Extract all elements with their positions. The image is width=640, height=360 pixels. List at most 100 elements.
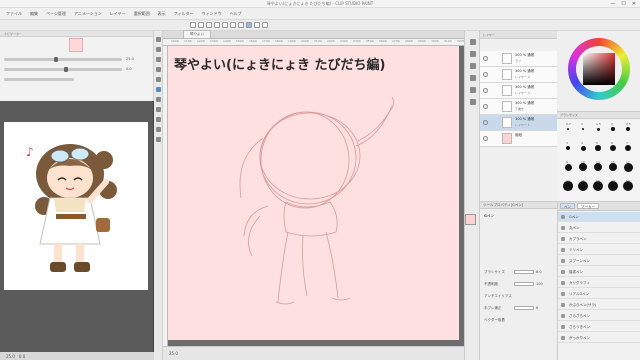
save-button[interactable] [206,22,212,28]
layer-row[interactable]: 100 % 通常 下書き [480,99,557,115]
brush-size-dot[interactable] [611,127,615,131]
eyedropper-tool-icon[interactable] [156,77,161,82]
transform-button[interactable] [238,22,244,28]
close-button[interactable]: ✕ [632,1,636,7]
main-color-swatch[interactable] [465,214,476,225]
layer-new-icon[interactable] [470,39,476,45]
layer-clip-icon[interactable] [470,87,476,93]
layer-name: ラフ [515,59,522,63]
sub-tool-item[interactable]: スプーンペン [558,256,640,266]
layer-mask-icon[interactable] [470,75,476,81]
stabilization-slider[interactable] [514,306,534,310]
pen-icon [561,303,565,307]
minimize-button[interactable]: — [610,1,615,7]
brush-size-dot[interactable] [595,145,601,151]
undo-button[interactable] [214,22,220,28]
brush-size-label: 0.7 [566,122,571,126]
menu-selection[interactable]: 選択範囲 [132,11,152,17]
eye-icon[interactable] [483,56,488,61]
brush-size-dot[interactable] [610,145,616,151]
sub-tool-label: カブラペン [569,237,587,241]
lasso-tool-icon[interactable] [156,67,161,72]
new-file-button[interactable] [190,22,196,28]
text-tool-icon[interactable] [156,137,161,142]
eye-icon[interactable] [483,136,488,141]
tab-pen[interactable]: ペン [560,203,575,209]
sub-tool-item[interactable]: さらさらペン [558,311,640,321]
menu-animation[interactable]: アニメーション [72,11,104,17]
brush-size-dot[interactable] [594,163,602,171]
menu-page[interactable]: ページ管理 [44,11,68,17]
pencil-tool-icon[interactable] [156,97,161,102]
brush-size-dot[interactable] [626,127,630,131]
layer-reference-icon[interactable] [470,99,476,105]
menu-filter[interactable]: フィルター [172,11,196,17]
redo-button[interactable] [222,22,228,28]
layer-name: 下書き [515,107,525,111]
drawing-canvas[interactable]: 琴やよい(にょきにょき たびだち編) [168,46,459,340]
sub-tool-item[interactable]: カブラペン [558,234,640,244]
brush-size-dot[interactable] [567,128,569,130]
layer-row-selected[interactable]: 100 % 通常 レイヤー 1 [480,115,557,131]
ruler-button[interactable] [254,22,260,28]
rotate-knob[interactable] [64,67,68,72]
layer-row[interactable]: 100 % 通常 ラフ [480,51,557,67]
zoom-tool-icon[interactable] [156,37,161,42]
brush-size-dot[interactable] [596,127,600,131]
eraser-tool-icon[interactable] [156,117,161,122]
menu-view[interactable]: 表示 [156,11,168,17]
layer-folder-icon[interactable] [470,51,476,57]
layer-row[interactable]: 100 % 通常 レイヤー 2 [480,67,557,83]
sub-tool-item[interactable]: がっかりペン [558,333,640,343]
layer-row[interactable]: 100 % 通常 レイヤー 3 [480,83,557,99]
brush-size-dot[interactable] [579,163,587,171]
fill-tool-icon[interactable] [156,127,161,132]
menu-window[interactable]: ウィンドウ [200,11,224,17]
sub-tool-item[interactable]: ミリペン [558,245,640,255]
sub-tool-item[interactable]: リアルGペン [558,289,640,299]
navigator-thumbnail[interactable] [69,38,83,52]
eye-icon[interactable] [483,88,488,93]
layer-delete-icon[interactable] [470,63,476,69]
sub-tool-item[interactable]: Gペン [558,212,640,222]
eye-icon[interactable] [483,120,488,125]
layer-opacity-mode: 100 % 通常 [515,117,535,121]
open-file-button[interactable] [198,22,204,28]
sub-tool-item[interactable]: 楷書ペン [558,267,640,277]
flip-slider[interactable] [4,78,74,81]
prop-label: アンチエイリアス [484,294,512,298]
menu-edit[interactable]: 編集 [28,11,40,17]
pen-tool-icon[interactable] [156,87,161,92]
sub-tool-item[interactable]: かぶらペン(ザラ) [558,300,640,310]
layer-thumbnail [502,53,512,64]
brush-size-label: 8 [566,160,568,164]
eye-icon[interactable] [483,104,488,109]
color-picker-square[interactable] [583,53,615,85]
document-tab[interactable]: 琴やよい [183,30,211,38]
menu-file[interactable]: ファイル [4,11,24,17]
sub-tool-item[interactable]: ざらつきペン [558,322,640,332]
brush-size-dot[interactable] [564,163,572,171]
sub-tool-item[interactable]: 丸ペン [558,223,640,233]
layer-row-paper[interactable]: 用紙 [480,131,557,147]
rotate-slider[interactable] [4,67,122,72]
prop-label: ベクター吸着 [484,318,505,322]
zoom-slider[interactable] [4,57,122,62]
grid-button[interactable] [262,22,268,28]
maximize-button[interactable]: ☐ [621,1,625,7]
select-tool-icon[interactable] [156,57,161,62]
brush-size-slider[interactable] [514,270,534,274]
brush-tool-icon[interactable] [156,107,161,112]
clear-button[interactable] [230,22,236,28]
brush-size-header: ブラシサイズ [557,112,640,119]
menu-layer[interactable]: レイヤー [108,11,128,17]
zoom-knob[interactable] [54,57,58,62]
snap-button[interactable] [246,22,252,28]
tab-marker[interactable]: マーカー [577,203,599,209]
eye-icon[interactable] [483,72,488,77]
menu-help[interactable]: ヘルプ [228,11,244,17]
opacity-slider[interactable] [514,282,534,286]
brush-size-dot[interactable] [580,145,586,151]
move-tool-icon[interactable] [156,47,161,52]
sub-tool-item[interactable]: カリグラフィ [558,278,640,288]
